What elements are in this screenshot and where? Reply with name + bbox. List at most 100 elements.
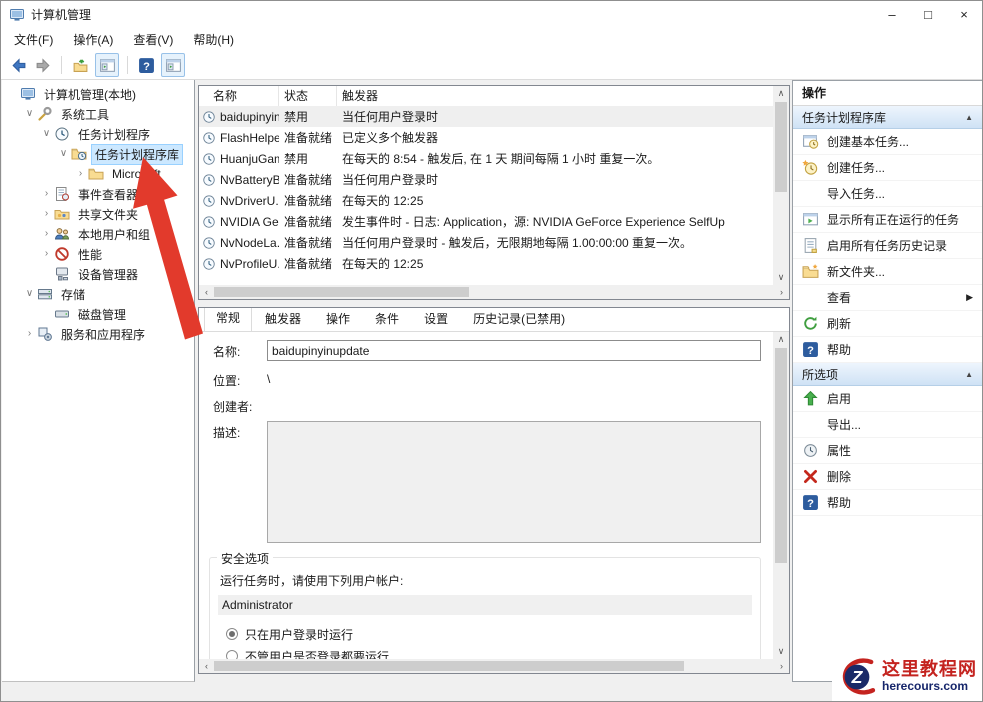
task-row[interactable]: FlashHelpe...准备就绪已定义多个触发器 (199, 127, 773, 148)
action-export[interactable]: 导出... (793, 412, 982, 438)
chevron-right-icon[interactable]: › (39, 184, 54, 204)
tree-item-task-scheduler[interactable]: ∨任务计划程序 (2, 124, 194, 144)
chevron-right-icon[interactable]: › (39, 224, 54, 244)
tree-item-disk-management[interactable]: 磁盘管理 (2, 304, 194, 324)
task-row[interactable]: NvNodeLa...准备就绪当任何用户登录时 - 触发后，无限期地每隔 1.0… (199, 232, 773, 253)
chevron-right-icon[interactable]: › (39, 244, 54, 264)
tab-history[interactable]: 历史记录(已禁用) (461, 307, 577, 331)
action-label: 刷新 (827, 315, 851, 332)
column-header-2[interactable]: 状态 (279, 86, 337, 106)
radio-run-whether-logged-on[interactable]: 不管用户是否登录都要运行 (226, 645, 752, 659)
tree-item-microsoft-folder[interactable]: ›Microsoft (2, 164, 194, 184)
task-description-field[interactable] (267, 421, 761, 543)
chevron-down-icon[interactable]: ∨ (22, 284, 37, 304)
action-properties[interactable]: 属性 (793, 438, 982, 464)
minimize-button[interactable]: – (874, 1, 910, 28)
chevron-right-icon[interactable]: › (73, 164, 88, 184)
tree-item-storage[interactable]: ∨存储 (2, 284, 194, 304)
toolbar-separator (127, 56, 128, 74)
help-button[interactable]: ? (136, 55, 156, 75)
task-row[interactable]: NvBatteryB...准备就绪当任何用户登录时 (199, 169, 773, 190)
scroll-right-icon[interactable]: › (774, 285, 789, 299)
tree-item-event-viewer[interactable]: ›事件查看器 (2, 184, 194, 204)
tree-item-label: 任务计划程序库 (91, 144, 183, 165)
action-display-all-running-tasks[interactable]: 显示所有正在运行的任务 (793, 207, 982, 233)
action-help-selected[interactable]: ?帮助 (793, 490, 982, 516)
task-list-horizontal-scrollbar[interactable]: ‹ › (199, 285, 789, 299)
tab-triggers[interactable]: 触发器 (253, 307, 313, 331)
tab-conditions[interactable]: 条件 (363, 307, 411, 331)
task-row[interactable]: NVIDIA Ge...准备就绪发生事件时 - 日志: Application，… (199, 211, 773, 232)
tree-item-computer-management-local[interactable]: 计算机管理(本地) (2, 84, 194, 104)
watermark-logo-icon: Z (834, 654, 880, 700)
task-row[interactable]: HuanjuGam...禁用在每天的 8:54 - 触发后, 在 1 天 期间每… (199, 148, 773, 169)
details-horizontal-scrollbar[interactable]: ‹ › (199, 659, 789, 673)
task-row[interactable]: NvDriverU...准备就绪在每天的 12:25 (199, 190, 773, 211)
maximize-button[interactable]: □ (910, 1, 946, 28)
task-row[interactable]: NvProfileU...准备就绪在每天的 12:25 (199, 253, 773, 274)
task-row[interactable]: baidupinyin...禁用当任何用户登录时 (199, 106, 773, 127)
action-enable[interactable]: 启用 (793, 386, 982, 412)
action-help[interactable]: ?帮助 (793, 337, 982, 363)
actions-section-header-1[interactable]: 任务计划程序库▲ (793, 106, 982, 129)
action-import-task[interactable]: 导入任务... (793, 181, 982, 207)
column-header-1[interactable]: 名称 (199, 86, 279, 106)
scroll-up-icon[interactable]: ∧ (773, 86, 789, 101)
action-refresh[interactable]: 刷新 (793, 311, 982, 337)
task-list-vertical-scrollbar[interactable]: ∧ ∨ (773, 86, 789, 285)
export-list-button[interactable] (70, 55, 90, 75)
action-new-folder[interactable]: 新文件夹... (793, 259, 982, 285)
actions-section-header-2[interactable]: 所选项▲ (793, 363, 982, 386)
scrollbar-thumb[interactable] (214, 287, 469, 297)
chevron-down-icon[interactable]: ∨ (39, 124, 54, 144)
chevron-down-icon[interactable]: ∨ (22, 104, 37, 124)
scroll-right-icon[interactable]: › (774, 659, 789, 673)
tree-item-task-scheduler-library[interactable]: ∨ 任务计划程序库 (2, 144, 194, 164)
tree-item-services-and-applications[interactable]: ›服务和应用程序 (2, 324, 194, 344)
tab-settings[interactable]: 设置 (412, 307, 460, 331)
properties-icon (802, 442, 819, 459)
action-delete[interactable]: 删除 (793, 464, 982, 490)
menu-item[interactable]: 文件(F) (4, 29, 63, 50)
column-header-3[interactable]: 触发器 (337, 86, 773, 106)
action-create-task[interactable]: 创建任务... (793, 155, 982, 181)
forward-button[interactable] (33, 55, 53, 75)
radio-run-when-logged-on[interactable]: 只在用户登录时运行 (226, 623, 752, 645)
task-name-field[interactable]: baidupinyinupdate (267, 340, 761, 361)
task-name-cell: baidupinyin... (199, 110, 279, 124)
menu-item[interactable]: 帮助(H) (183, 29, 244, 50)
tree-item-system-tools[interactable]: ∨系统工具 (2, 104, 194, 124)
scroll-down-icon[interactable]: ∨ (773, 644, 789, 659)
scroll-up-icon[interactable]: ∧ (773, 332, 789, 347)
menu-item[interactable]: 查看(V) (123, 29, 183, 50)
clock-icon (202, 110, 216, 124)
scroll-left-icon[interactable]: ‹ (199, 659, 214, 673)
action-create-basic-task[interactable]: 创建基本任务... (793, 129, 982, 155)
chevron-right-icon[interactable]: › (39, 204, 54, 224)
details-vertical-scrollbar[interactable]: ∧ ∨ (773, 332, 789, 659)
menu-item[interactable]: 操作(A) (63, 29, 123, 50)
tree-item-shared-folders[interactable]: ›共享文件夹 (2, 204, 194, 224)
show-action-pane-button[interactable] (161, 53, 185, 77)
scrollbar-thumb[interactable] (775, 102, 787, 192)
chevron-right-icon[interactable]: › (22, 324, 37, 344)
close-button[interactable]: × (946, 1, 982, 28)
back-button[interactable] (8, 55, 28, 75)
details-tabbar: 常规触发器操作条件设置历史记录(已禁用) (199, 308, 789, 332)
tree-item-local-users-and-groups[interactable]: ›本地用户和组 (2, 224, 194, 244)
tree-item-device-manager[interactable]: 设备管理器 (2, 264, 194, 284)
collapse-icon[interactable]: ▲ (965, 370, 973, 379)
tab-general[interactable]: 常规 (204, 307, 252, 332)
collapse-icon[interactable]: ▲ (965, 113, 973, 122)
action-enable-all-tasks-history[interactable]: 启用所有任务历史记录 (793, 233, 982, 259)
tab-actions[interactable]: 操作 (314, 307, 362, 331)
scroll-left-icon[interactable]: ‹ (199, 285, 214, 299)
chevron-down-icon[interactable]: ∨ (56, 144, 71, 164)
show-console-tree-button[interactable] (95, 53, 119, 77)
action-view[interactable]: 查看▶ (793, 285, 982, 311)
scrollbar-thumb[interactable] (214, 661, 684, 671)
scroll-down-icon[interactable]: ∨ (773, 270, 789, 285)
task-status-cell: 准备就绪 (279, 234, 337, 251)
tree-item-performance[interactable]: ›性能 (2, 244, 194, 264)
scrollbar-thumb[interactable] (775, 348, 787, 563)
